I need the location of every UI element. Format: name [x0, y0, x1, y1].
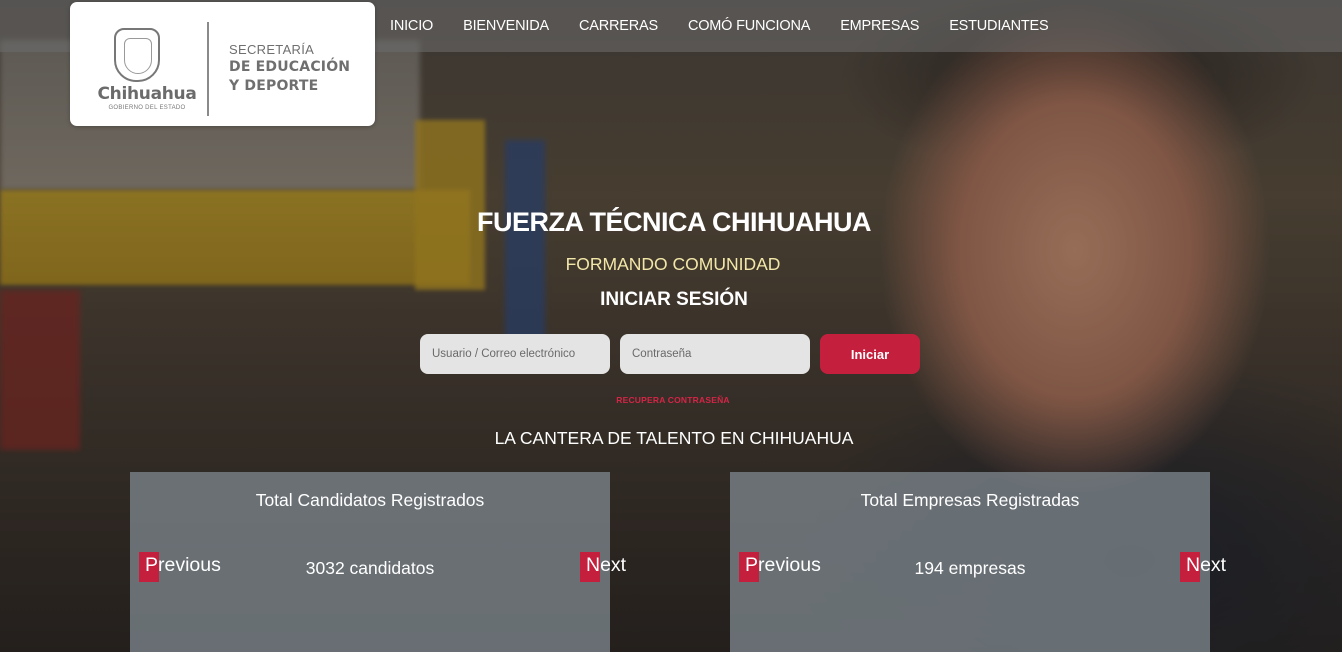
- hero-tagline: LA CANTERA DE TALENTO EN CHIHUAHUA: [494, 428, 854, 448]
- login-button[interactable]: Iniciar: [820, 334, 920, 374]
- companies-next-button[interactable]: Next: [1180, 552, 1240, 582]
- logo-dept-line-1: SECRETARÍA: [229, 42, 315, 57]
- logo-dept-line-2: DE EDUCACIÓN: [229, 59, 351, 75]
- candidates-stat-card: Total Candidatos Registrados Previous 30…: [130, 472, 626, 652]
- companies-stat-card: Total Empresas Registradas Previous 194 …: [730, 472, 1226, 652]
- nav-inicio[interactable]: INICIO: [390, 18, 433, 34]
- nav-carreras[interactable]: CARRERAS: [579, 18, 658, 34]
- logo-dept-line-3: Y DEPORTE: [229, 78, 319, 94]
- state-seal-icon: [114, 28, 160, 82]
- nav-empresas[interactable]: EMPRESAS: [840, 18, 919, 34]
- candidates-next-button[interactable]: Next: [580, 552, 640, 582]
- login-title: INICIAR SESIÓN: [600, 289, 748, 310]
- nav-bienvenida[interactable]: BIENVENIDA: [463, 18, 549, 34]
- companies-card-title: Total Empresas Registradas: [860, 490, 1080, 510]
- companies-next-label: Next: [1186, 554, 1227, 576]
- companies-count: 194 empresas: [914, 558, 1026, 578]
- candidates-next-label: Next: [586, 554, 627, 576]
- recover-password-link[interactable]: RECUPERA CONTRASEÑA: [0, 395, 1342, 405]
- username-input[interactable]: [420, 334, 610, 374]
- nav-como-funciona[interactable]: COMÓ FUNCIONA: [688, 18, 810, 34]
- logo-divider: [207, 22, 209, 116]
- hero-subline: FORMANDO COMUNIDAD: [565, 254, 781, 274]
- logo-state-name: Chihuahua: [97, 84, 197, 104]
- main-nav: INICIO BIENVENIDA CARRERAS COMÓ FUNCIONA…: [390, 0, 1079, 52]
- candidates-card-title: Total Candidatos Registrados: [255, 490, 485, 510]
- site-logo[interactable]: Chihuahua GOBIERNO DEL ESTADO SECRETARÍA…: [70, 2, 375, 126]
- password-input[interactable]: [620, 334, 810, 374]
- logo-state-subtitle: GOBIERNO DEL ESTADO: [108, 105, 186, 111]
- candidates-count: 3032 candidatos: [305, 558, 435, 578]
- hero-headline: FUERZA TÉCNICA CHIHUAHUA: [477, 207, 871, 237]
- nav-estudiantes[interactable]: ESTUDIANTES: [949, 18, 1049, 34]
